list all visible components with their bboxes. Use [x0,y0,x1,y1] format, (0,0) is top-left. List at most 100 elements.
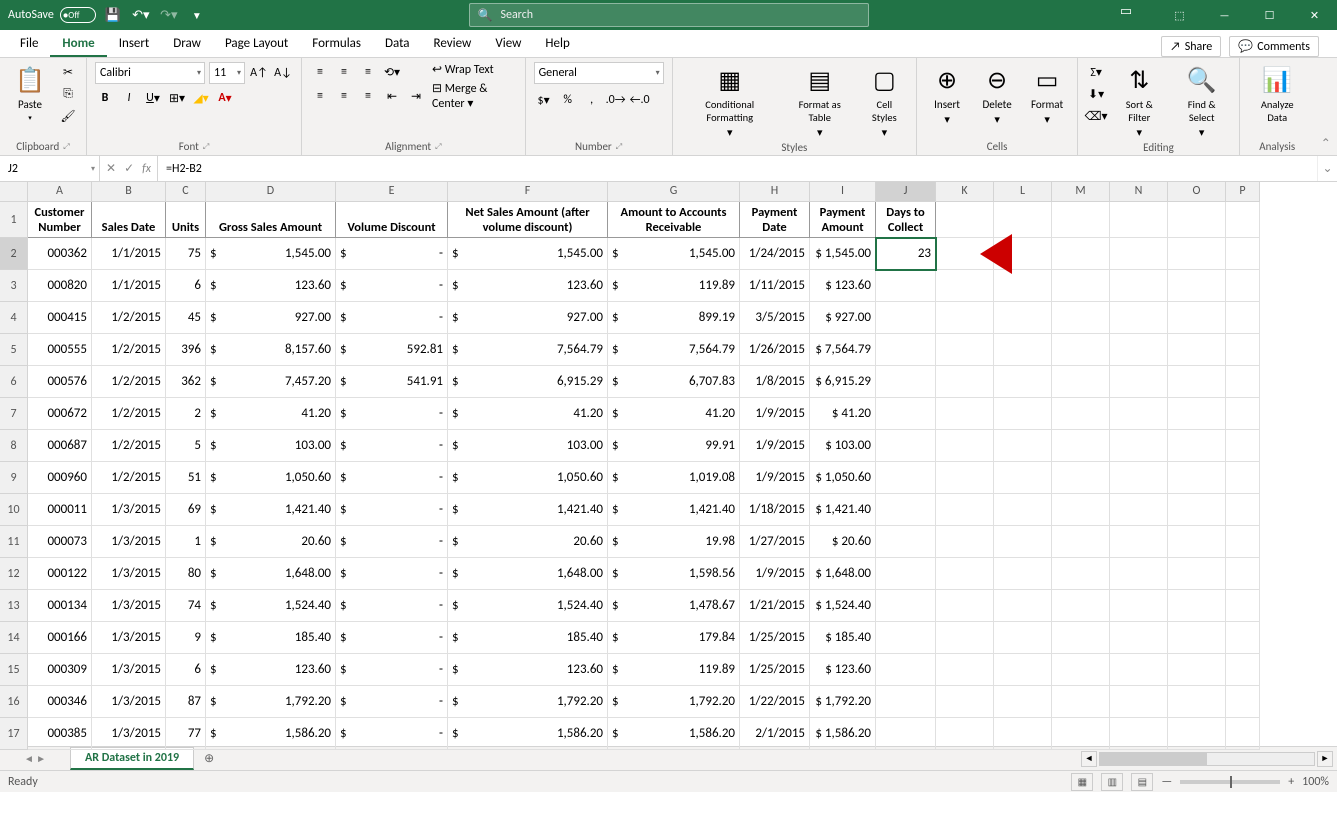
cell[interactable]: $123.60 [206,654,336,686]
autosave-toggle[interactable]: ● Off [60,7,96,23]
cell[interactable]: $185.40 [448,622,608,654]
cell[interactable]: 000820 [28,270,92,302]
cell[interactable] [876,654,936,686]
header-cell[interactable]: Amount to Accounts Receivable [608,202,740,238]
align-left-icon[interactable]: ≡ [310,86,330,106]
cancel-formula-icon[interactable]: ✕ [106,161,116,176]
cell[interactable] [1052,366,1110,398]
col-header-A[interactable]: A [28,182,92,202]
cell[interactable] [1110,718,1168,750]
decrease-indent-icon[interactable]: ⇤ [382,86,402,106]
cell[interactable] [936,686,994,718]
cell[interactable]: $123.60 [206,270,336,302]
row-header-16[interactable]: 16 [0,686,28,718]
cell[interactable]: $592.81 [336,334,448,366]
underline-button[interactable]: U▾ [143,88,163,108]
cell[interactable]: $1,421.40 [608,494,740,526]
insert-button[interactable]: ⊕Insert▾ [925,62,969,128]
cell[interactable]: $ 1,050.60 [810,462,876,494]
comments-button[interactable]: 💬 Comments [1229,36,1319,57]
row-header-4[interactable]: 4 [0,302,28,334]
tab-page-layout[interactable]: Page Layout [213,32,300,57]
cell[interactable]: 000415 [28,302,92,334]
cell[interactable]: 362 [166,366,206,398]
cell[interactable] [1168,558,1226,590]
cell[interactable] [1226,270,1260,302]
cell[interactable]: 87 [166,686,206,718]
cell[interactable] [1110,526,1168,558]
merge-center-button[interactable]: ⊟ Merge & Center ▾ [432,81,517,111]
cell[interactable] [876,366,936,398]
col-header-F[interactable]: F [448,182,608,202]
cell[interactable]: 3/5/2015 [740,302,810,334]
cell[interactable]: $927.00 [448,302,608,334]
cell[interactable] [1110,686,1168,718]
sort-filter-button[interactable]: ⇅Sort & Filter▾ [1112,62,1166,141]
cell[interactable]: $541.91 [336,366,448,398]
cell[interactable]: $ 1,792.20 [810,686,876,718]
col-header-N[interactable]: N [1110,182,1168,202]
cell[interactable]: 51 [166,462,206,494]
tab-file[interactable]: File [8,32,50,57]
decrease-font-icon[interactable]: A↓ [273,63,293,83]
cell[interactable] [994,366,1052,398]
cell[interactable]: 000576 [28,366,92,398]
cell[interactable]: $1,050.60 [206,462,336,494]
cell[interactable]: $- [336,718,448,750]
cell[interactable] [1052,398,1110,430]
cell[interactable] [1226,462,1260,494]
currency-icon[interactable]: $▾ [534,90,554,110]
cell[interactable] [994,202,1052,238]
cell[interactable] [1168,526,1226,558]
cell[interactable]: 69 [166,494,206,526]
cell[interactable]: 80 [166,558,206,590]
cell[interactable]: $103.00 [206,430,336,462]
tab-data[interactable]: Data [373,32,422,57]
cell[interactable]: 1/3/2015 [92,526,166,558]
cell[interactable]: 77 [166,718,206,750]
cell[interactable] [1226,238,1260,270]
tab-formulas[interactable]: Formulas [300,32,373,57]
align-right-icon[interactable]: ≡ [358,86,378,106]
cell[interactable] [936,430,994,462]
tab-draw[interactable]: Draw [161,32,213,57]
cell[interactable] [1226,558,1260,590]
column-headers[interactable]: ABCDEFGHIJKLMNOP [28,182,1260,202]
cell[interactable]: $1,019.08 [608,462,740,494]
cell[interactable]: 2 [166,398,206,430]
cell[interactable] [876,558,936,590]
cell[interactable]: $ 123.60 [810,654,876,686]
cell[interactable]: 000134 [28,590,92,622]
cell[interactable]: $1,524.40 [448,590,608,622]
cell[interactable]: $6,915.29 [448,366,608,398]
accept-formula-icon[interactable]: ✓ [124,161,134,176]
sheet-nav[interactable]: ◄ ► [0,747,70,770]
page-layout-icon[interactable]: ▥ [1101,773,1123,791]
cell[interactable] [1226,398,1260,430]
font-size-combo[interactable]: 11 [209,62,245,84]
cell[interactable] [1226,686,1260,718]
cell[interactable] [876,302,936,334]
row-header-8[interactable]: 8 [0,430,28,462]
cell[interactable]: 1/22/2015 [740,686,810,718]
col-header-P[interactable]: P [1226,182,1260,202]
cell[interactable]: 000346 [28,686,92,718]
cell[interactable] [1052,202,1110,238]
cell[interactable] [876,590,936,622]
cell[interactable] [994,302,1052,334]
fill-icon[interactable]: ⬇▾ [1086,84,1106,104]
new-sheet-button[interactable]: ⊕ [194,747,224,770]
increase-decimal-icon[interactable]: .0→ [606,90,626,110]
header-cell[interactable]: Payment Amount [810,202,876,238]
share-button[interactable]: ↗ Share [1161,36,1221,57]
cell[interactable] [876,718,936,750]
cell[interactable]: 1/9/2015 [740,398,810,430]
cell[interactable]: $- [336,686,448,718]
cell[interactable]: 000011 [28,494,92,526]
cell[interactable]: 1/27/2015 [740,526,810,558]
col-header-L[interactable]: L [994,182,1052,202]
orientation-icon[interactable]: ⟲▾ [382,62,402,82]
autosum-icon[interactable]: Σ▾ [1086,62,1106,82]
cell[interactable]: $7,457.20 [206,366,336,398]
formula-input[interactable]: =H2-B2 [158,156,1317,181]
